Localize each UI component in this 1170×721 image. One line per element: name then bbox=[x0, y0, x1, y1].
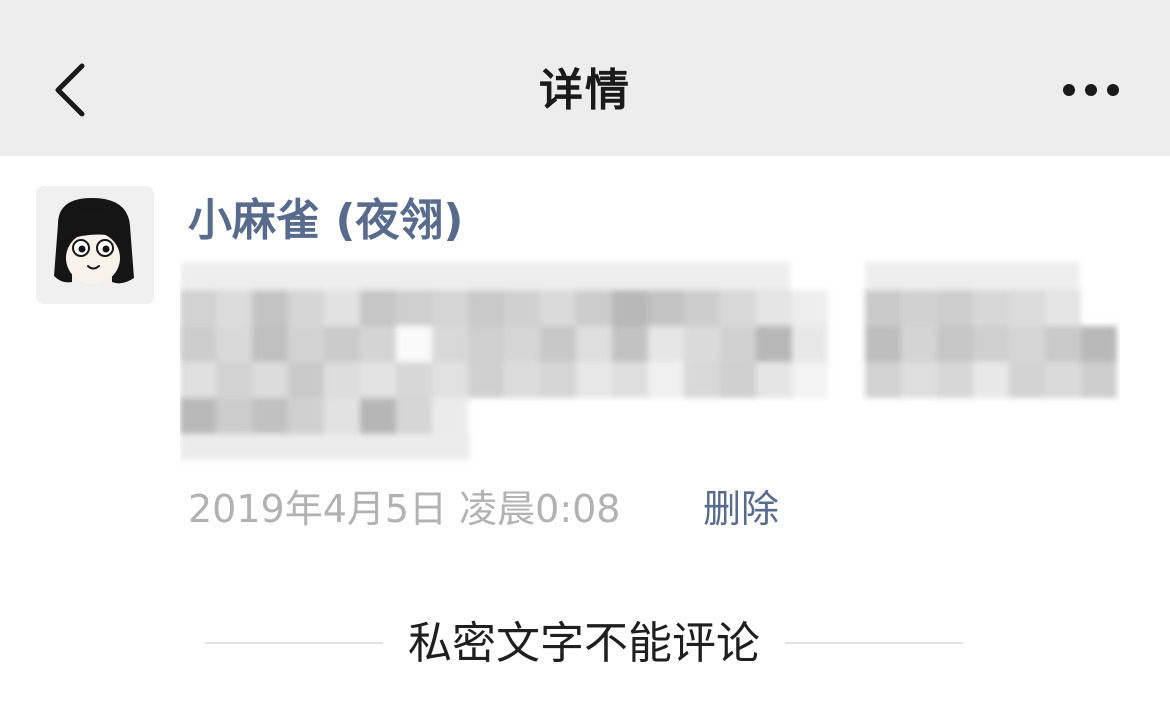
moment-detail-page: 详情 小麻雀 (夜翎) 2019年4月5日 凌晨0:08 删除 私密文字不能评论 bbox=[0, 0, 1170, 721]
delete-button[interactable]: 删除 bbox=[703, 484, 779, 534]
divider-right bbox=[785, 642, 963, 644]
page-title: 详情 bbox=[539, 65, 631, 116]
divider-left bbox=[205, 642, 383, 644]
post-timestamp: 2019年4月5日 凌晨0:08 bbox=[188, 487, 621, 531]
avatar-girl-illustration bbox=[36, 186, 154, 304]
more-button[interactable] bbox=[1046, 62, 1136, 118]
comment-disabled-notice: 私密文字不能评论 bbox=[408, 618, 760, 669]
avatar[interactable] bbox=[36, 186, 154, 304]
navigation-bar: 详情 bbox=[0, 0, 1170, 156]
username[interactable]: 小麻雀 (夜翎) bbox=[188, 190, 464, 252]
pixelated-post-content bbox=[180, 262, 1117, 460]
more-horizontal-icon bbox=[1063, 84, 1119, 96]
